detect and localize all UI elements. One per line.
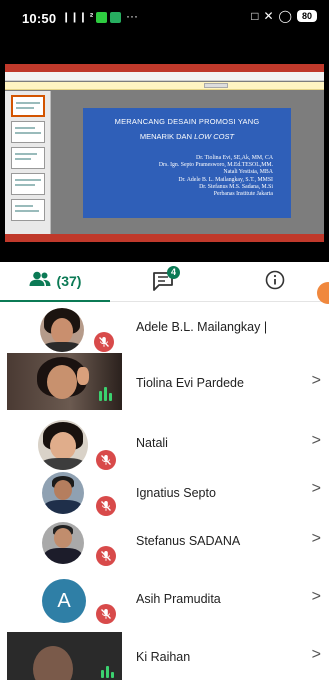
participant-video	[7, 353, 122, 410]
chevron-right-icon[interactable]: >	[312, 480, 321, 498]
slide-authors: Dr. Tiolina Evi, SE,Ak, MM, CA Drs. Ign.…	[91, 155, 283, 198]
status-bar: 10:50 ❙❙❙ ²❙❙❙ ··· □ ✕ ◯ 80	[0, 0, 329, 36]
speaking-indicator-icon	[99, 387, 112, 401]
info-icon	[265, 270, 285, 295]
slide-thumbnail	[11, 199, 45, 221]
mic-muted-icon	[96, 604, 116, 624]
participant-row[interactable]: Natali >	[0, 414, 329, 470]
chevron-right-icon[interactable]: >	[312, 646, 321, 664]
participant-row[interactable]: Tiolina Evi Pardede >	[0, 352, 329, 412]
mic-muted-icon	[96, 546, 116, 566]
slide-thumbnail	[11, 173, 45, 195]
slide-title-line1: MERANCANG DESAIN PROMOSI YANG	[114, 117, 260, 126]
taskbar	[5, 234, 324, 242]
slide-author-line: Dr. Tiolina Evi, SE,Ak, MM, CA	[196, 155, 273, 161]
avatar	[42, 472, 84, 514]
people-icon	[29, 271, 51, 292]
participant-row[interactable]: Ki Raihan >	[0, 628, 329, 680]
tab-chat[interactable]: 4	[110, 262, 220, 302]
participant-name: Asih Pramudita	[136, 592, 221, 606]
speaking-indicator-icon	[101, 666, 114, 678]
participant-name: Ignatius Septo	[136, 486, 216, 500]
tab-people[interactable]: (37)	[0, 262, 110, 302]
chevron-right-icon[interactable]: >	[312, 432, 321, 450]
participant-video	[7, 632, 122, 680]
avatar	[40, 308, 84, 352]
people-count: (37)	[56, 273, 82, 289]
chevron-right-icon[interactable]: >	[312, 530, 321, 548]
slide-thumbnails	[5, 91, 51, 234]
chevron-right-icon[interactable]: >	[312, 372, 321, 390]
status-time: 10:50	[22, 11, 57, 26]
slide-title-emphasis: LOW COST	[194, 132, 235, 141]
video-stage[interactable]: MERANCANG DESAIN PROMOSI YANG MENARIK DA…	[0, 36, 329, 262]
slide-author-line: Dr. Stefanus M.S. Sadana, M.Si	[199, 183, 273, 190]
slide-author-line: Perbanas Institute Jakarta	[213, 191, 273, 198]
participant-name: Ki Raihan	[136, 650, 191, 664]
app-notification-icon	[110, 12, 121, 23]
mic-muted-icon	[94, 332, 114, 352]
app-notification-icon	[96, 12, 107, 23]
presentation-slide: MERANCANG DESAIN PROMOSI YANG MENARIK DA…	[83, 108, 291, 218]
tab-info[interactable]	[220, 262, 329, 302]
slide-author-line: Dr. Adele B. L. Mailangkay, S.T., MMSI	[178, 176, 273, 183]
chat-unread-badge: 4	[167, 266, 180, 279]
more-notifications-icon: ···	[126, 9, 138, 23]
participant-name: Natali	[136, 436, 168, 450]
battery-icon: 80	[296, 10, 317, 22]
participant-row[interactable]: Adele B.L. Mailangkay |	[0, 302, 329, 358]
protected-view-bar	[5, 82, 324, 90]
headphones-icon: ◯	[278, 9, 292, 23]
slide-author-line: Drs. Ign. Septo Pramesworo, M.Ed.TESOL,M…	[158, 162, 273, 169]
slide-thumbnail	[11, 147, 45, 169]
shared-screen[interactable]: MERANCANG DESAIN PROMOSI YANG MENARIK DA…	[5, 64, 324, 242]
avatar	[42, 522, 84, 564]
avatar	[38, 420, 88, 470]
participant-name: Tiolina Evi Pardede	[136, 376, 244, 390]
mic-muted-icon	[96, 496, 116, 516]
chevron-right-icon[interactable]: >	[312, 588, 321, 606]
slide-title-line2: MENARIK DAN	[139, 132, 192, 141]
participant-name: Adele B.L. Mailangkay |	[136, 320, 268, 334]
nfc-icon: □	[251, 9, 259, 23]
chat-icon: 4	[152, 266, 180, 293]
slide-thumbnail	[11, 121, 45, 143]
window-title-bar	[5, 64, 324, 72]
participant-row[interactable]: Stefanus SADANA >	[0, 516, 329, 572]
avatar: A	[42, 579, 86, 623]
ribbon-toolbar	[5, 72, 324, 85]
participant-name: Stefanus SADANA	[136, 534, 241, 548]
participant-row[interactable]: A Asih Pramudita >	[0, 574, 329, 630]
slide-author-line: Natali Yestisia, MBA	[223, 169, 273, 176]
participant-row[interactable]: Ignatius Septo >	[0, 466, 329, 522]
mute-icon: ✕	[263, 9, 274, 23]
tab-bar: (37) 4	[0, 262, 329, 302]
slide-thumbnail	[11, 95, 45, 117]
